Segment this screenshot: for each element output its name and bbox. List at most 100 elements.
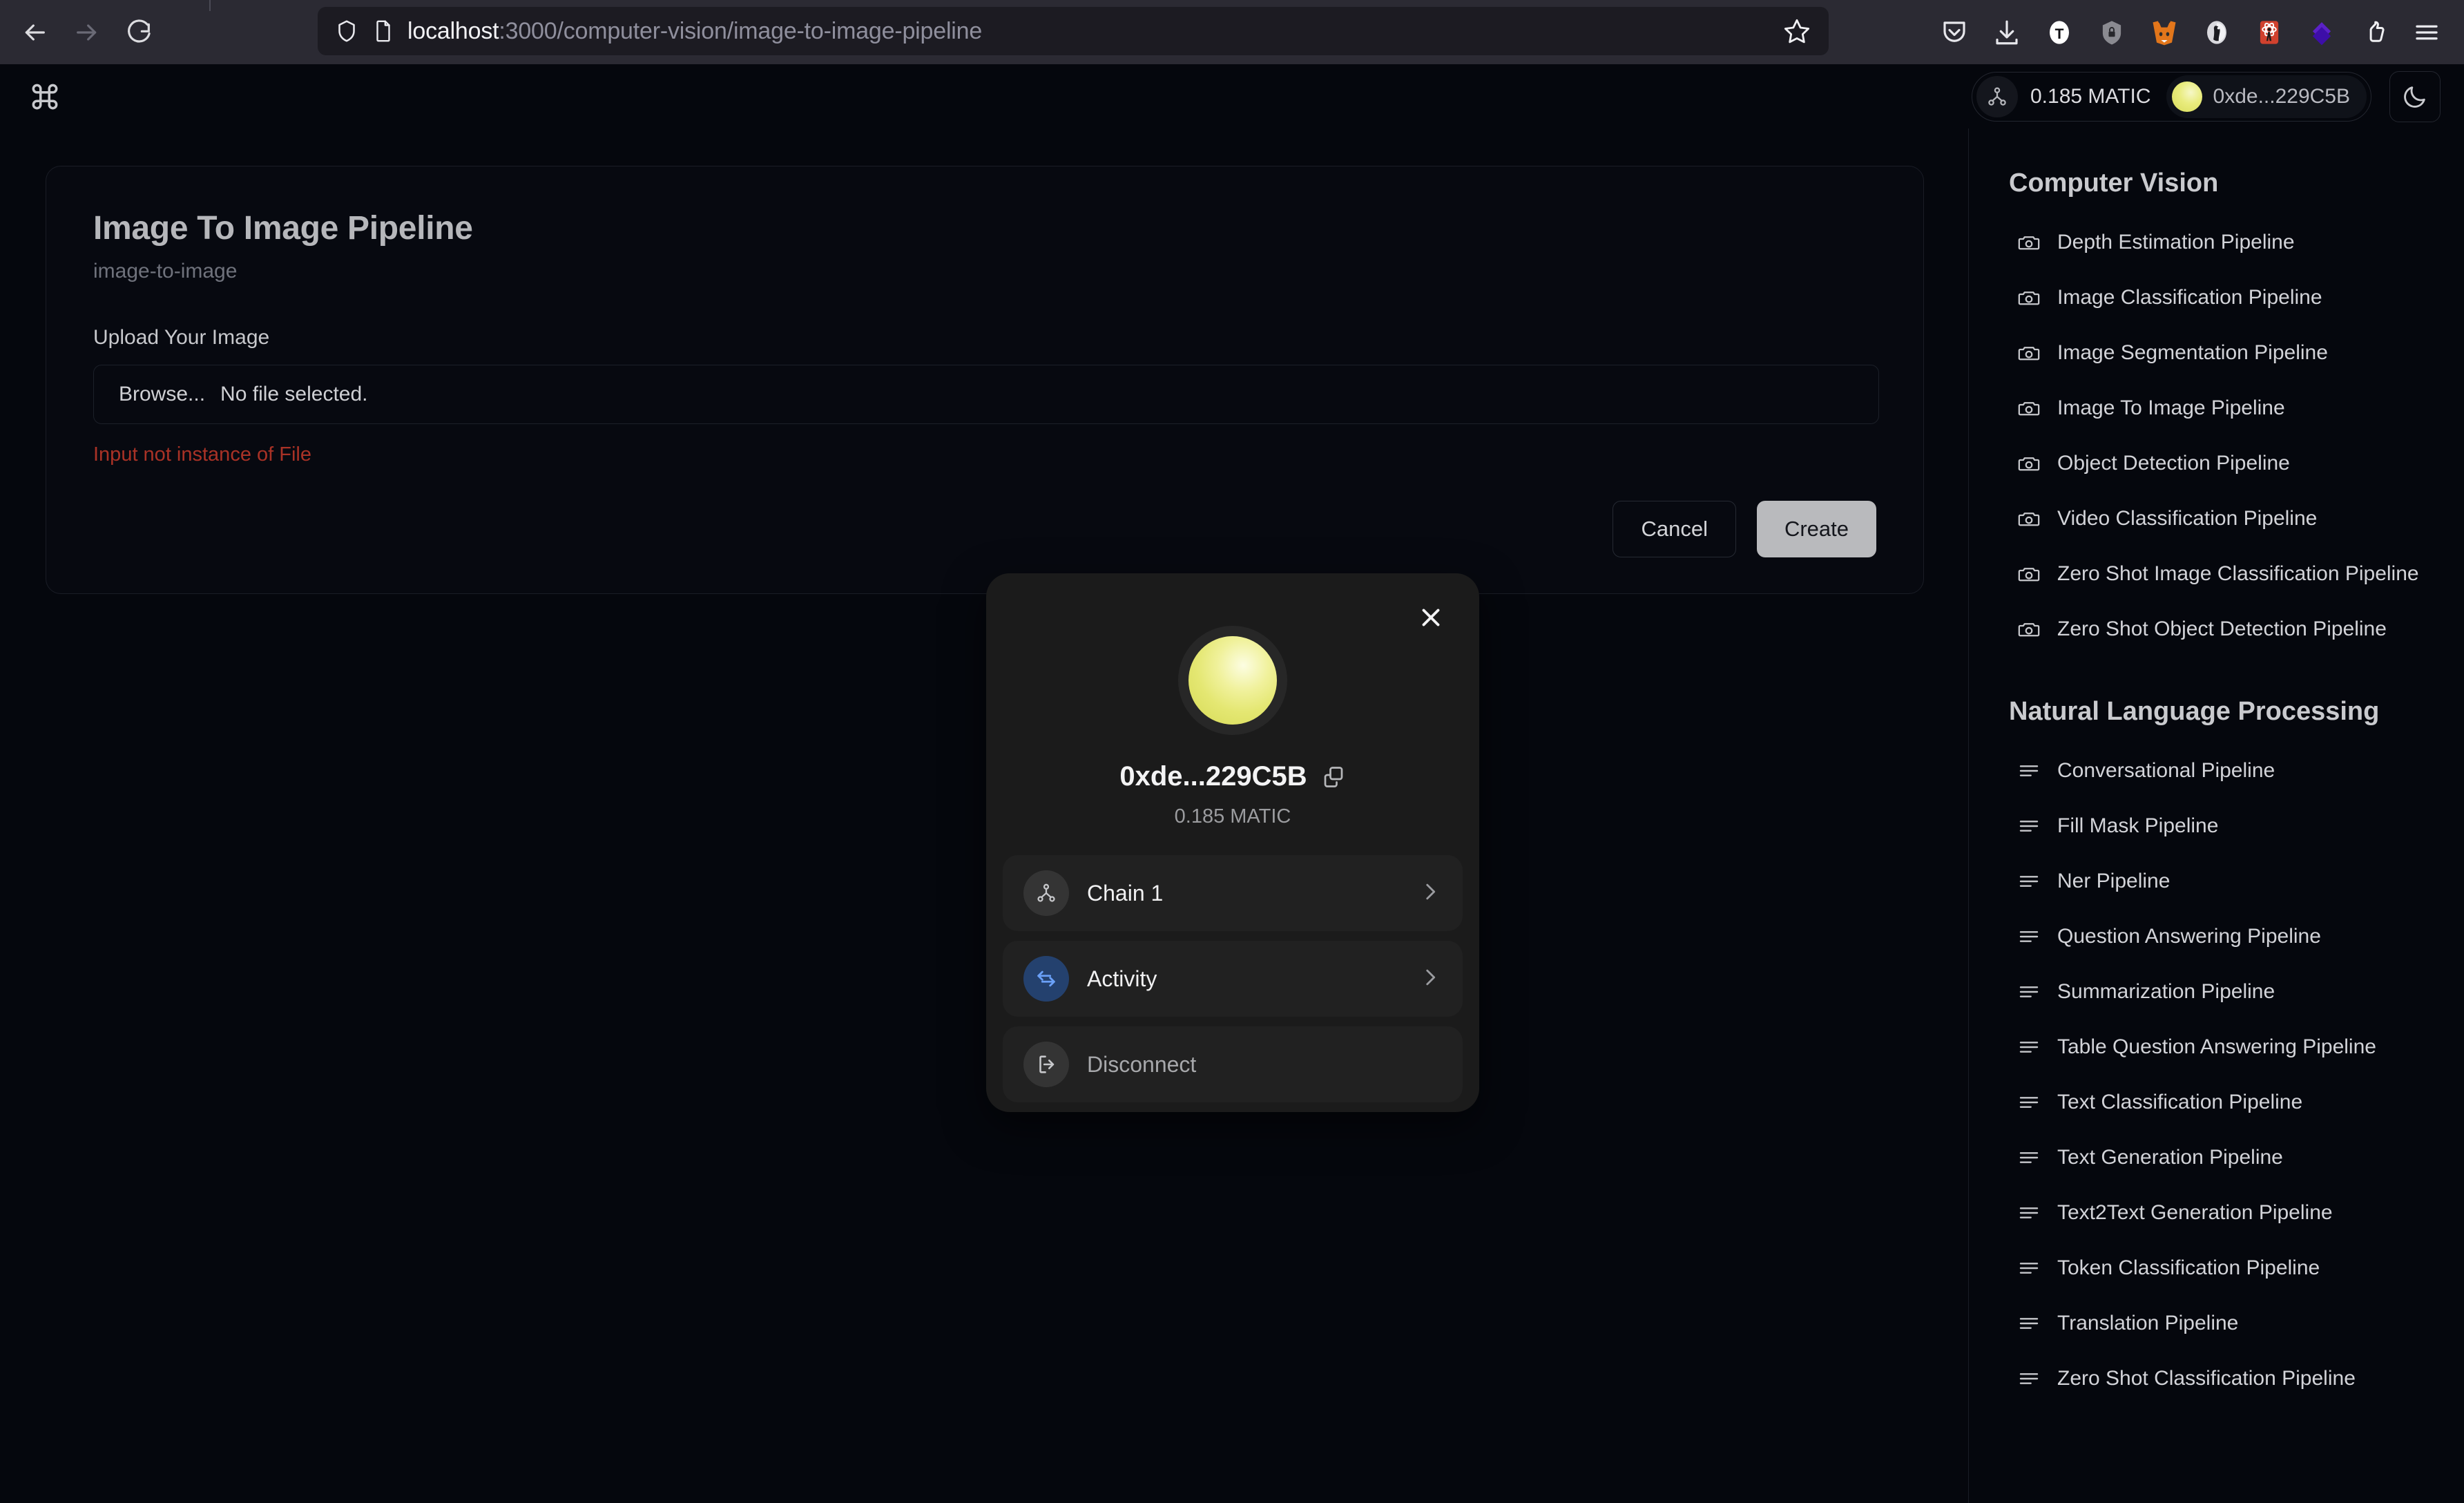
sidebar-group-computer-vision: Depth Estimation Pipeline Image Classifi…: [2009, 215, 2464, 657]
sidebar-item-translation-pipeline[interactable]: Translation Pipeline: [2009, 1296, 2464, 1351]
menu-item-disconnect[interactable]: Disconnect: [1003, 1026, 1463, 1102]
url-host: localhost: [407, 17, 499, 44]
back-arrow-icon: [25, 23, 45, 41]
pipeline-sidebar: Computer Vision Depth Estimation Pipelin…: [1968, 128, 2464, 1503]
download-icon[interactable]: [1981, 6, 2033, 59]
privacy-badger-icon[interactable]: [2086, 6, 2138, 59]
page-title: Image To Image Pipeline: [93, 210, 473, 247]
copy-icon[interactable]: [1321, 765, 1346, 789]
forward-button[interactable]: [61, 6, 113, 59]
react-devtools-icon[interactable]: [2243, 6, 2295, 59]
sidebar-item-text-classification-pipeline[interactable]: Text Classification Pipeline: [2009, 1075, 2464, 1130]
wallet-address-button[interactable]: 0xde...229C5B: [2166, 75, 2367, 118]
diamond-glyph: [2312, 21, 2331, 45]
sidebar-item-label: Text Classification Pipeline: [2057, 1091, 2303, 1113]
text-lines-icon: [2017, 925, 2041, 948]
sidebar-item-fill-mask-pipeline[interactable]: Fill Mask Pipeline: [2009, 798, 2464, 854]
duckduckgo-icon[interactable]: [2191, 6, 2243, 59]
sidebar-item-image-classification-pipeline[interactable]: Image Classification Pipeline: [2009, 270, 2464, 325]
text-lines-icon: [2017, 1367, 2041, 1390]
theme-toggle-button[interactable]: [2389, 70, 2441, 122]
sidebar-item-label: Fill Mask Pipeline: [2057, 814, 2219, 837]
reload-button[interactable]: [113, 6, 166, 59]
menu-item-chain[interactable]: Chain 1: [1003, 855, 1463, 931]
sidebar-item-object-detection-pipeline[interactable]: Object Detection Pipeline: [2009, 436, 2464, 491]
back-button[interactable]: [8, 6, 61, 59]
menu-item-label: Disconnect: [1087, 1051, 1197, 1077]
command-logo-icon[interactable]: [21, 73, 69, 121]
sidebar-item-conversational-pipeline[interactable]: Conversational Pipeline: [2009, 743, 2464, 798]
text-lines-icon: [2017, 1201, 2041, 1225]
shield-icon: [338, 20, 355, 42]
sidebar-item-zero-shot-object-detection-pipeline[interactable]: Zero Shot Object Detection Pipeline: [2009, 602, 2464, 657]
modal-menu: Chain 1 Activity Disconnect: [1003, 855, 1463, 1102]
bookmark-button[interactable]: [1776, 10, 1818, 52]
create-button[interactable]: Create: [1756, 501, 1876, 557]
wallet-balance: 0.185 MATIC: [2030, 84, 2151, 108]
menu-glyph: [2416, 25, 2438, 39]
sidebar-item-label: Depth Estimation Pipeline: [2057, 231, 2295, 253]
text-lines-icon: [2017, 1256, 2041, 1280]
tampermonkey-glyph: T: [2050, 20, 2069, 44]
modal-wallet-balance: 0.185 MATIC: [1174, 805, 1291, 827]
card-action-buttons: Cancel Create: [1613, 501, 1876, 557]
wallet-summary-pill[interactable]: 0.185 MATIC 0xde...229C5B: [1972, 71, 2371, 122]
sidebar-item-label: Table Question Answering Pipeline: [2057, 1035, 2376, 1058]
chevron-right-icon: [1418, 966, 1442, 993]
tampermonkey-icon[interactable]: T: [2033, 6, 2086, 59]
file-selected-status: No file selected.: [220, 383, 368, 405]
camera-icon: [2017, 341, 2041, 365]
modal-address-row[interactable]: 0xde...229C5B: [986, 761, 1479, 792]
sidebar-item-token-classification-pipeline[interactable]: Token Classification Pipeline: [2009, 1241, 2464, 1296]
sidebar-item-image-segmentation-pipeline[interactable]: Image Segmentation Pipeline: [2009, 325, 2464, 381]
app-header: 0.185 MATIC 0xde...229C5B: [0, 64, 2464, 128]
close-modal-button[interactable]: [1409, 595, 1453, 640]
sidebar-item-label: Summarization Pipeline: [2057, 980, 2275, 1003]
camera-icon: [2017, 396, 2041, 420]
sidebar-item-text2text-generation-pipeline[interactable]: Text2Text Generation Pipeline: [2009, 1185, 2464, 1241]
cancel-button[interactable]: Cancel: [1613, 501, 1736, 557]
browse-button[interactable]: Browse...: [119, 383, 205, 406]
sidebar-item-label: Text2Text Generation Pipeline: [2057, 1201, 2333, 1224]
fox-glyph: [2153, 21, 2176, 45]
sidebar-item-label: Video Classification Pipeline: [2057, 507, 2318, 530]
sidebar-item-ner-pipeline[interactable]: Ner Pipeline: [2009, 854, 2464, 909]
sidebar-item-label: Zero Shot Classification Pipeline: [2057, 1367, 2356, 1390]
text-lines-icon: [2017, 1035, 2041, 1059]
hamburger-menu-icon[interactable]: [2400, 6, 2453, 59]
avatar: [1188, 636, 1277, 725]
url-bar[interactable]: localhost:3000/computer-vision/image-to-…: [318, 7, 1829, 55]
browser-chrome: localhost:3000/computer-vision/image-to-…: [0, 0, 2464, 64]
sidebar-item-table-question-answering-pipeline[interactable]: Table Question Answering Pipeline: [2009, 1019, 2464, 1075]
network-chain-icon: [1988, 87, 2006, 106]
sidebar-item-label: Question Answering Pipeline: [2057, 925, 2321, 948]
modal-wallet-address: 0xde...229C5B: [1119, 761, 1307, 792]
chain-icon-badge: [1976, 75, 2018, 117]
sidebar-item-label: Conversational Pipeline: [2057, 759, 2275, 782]
menu-item-activity[interactable]: Activity: [1003, 941, 1463, 1017]
text-lines-icon: [2017, 870, 2041, 893]
sidebar-item-image-to-image-pipeline[interactable]: Image To Image Pipeline: [2009, 381, 2464, 436]
logout-icon: [1023, 1042, 1069, 1087]
sidebar-group-nlp: Conversational Pipeline Fill Mask Pipeli…: [2009, 743, 2464, 1406]
keplr-icon[interactable]: [2348, 6, 2400, 59]
sidebar-item-label: Text Generation Pipeline: [2057, 1146, 2283, 1169]
sidebar-item-zero-shot-image-classification-pipeline[interactable]: Zero Shot Image Classification Pipeline: [2009, 546, 2464, 602]
sidebar-item-zero-shot-classification-pipeline[interactable]: Zero Shot Classification Pipeline: [2009, 1351, 2464, 1406]
pocket-icon[interactable]: [1928, 6, 1981, 59]
close-icon: [1422, 609, 1440, 626]
file-upload-input[interactable]: Browse... No file selected.: [93, 365, 1879, 424]
swap-arrows-icon: [1023, 956, 1069, 1002]
sidebar-item-video-classification-pipeline[interactable]: Video Classification Pipeline: [2009, 491, 2464, 546]
sidebar-item-summarization-pipeline[interactable]: Summarization Pipeline: [2009, 964, 2464, 1019]
sidebar-item-depth-estimation-pipeline[interactable]: Depth Estimation Pipeline: [2009, 215, 2464, 270]
metamask-fox-icon[interactable]: [2138, 6, 2191, 59]
text-lines-icon: [2017, 1091, 2041, 1114]
star-icon: [1784, 19, 1810, 44]
sidebar-item-question-answering-pipeline[interactable]: Question Answering Pipeline: [2009, 909, 2464, 964]
sidebar-section-title-nlp: Natural Language Processing: [2009, 697, 2380, 726]
sidebar-item-text-generation-pipeline[interactable]: Text Generation Pipeline: [2009, 1130, 2464, 1185]
duck-glyph: [2207, 20, 2226, 44]
diamond-wallet-icon[interactable]: [2295, 6, 2348, 59]
pocket-glyph: [1943, 21, 1965, 42]
